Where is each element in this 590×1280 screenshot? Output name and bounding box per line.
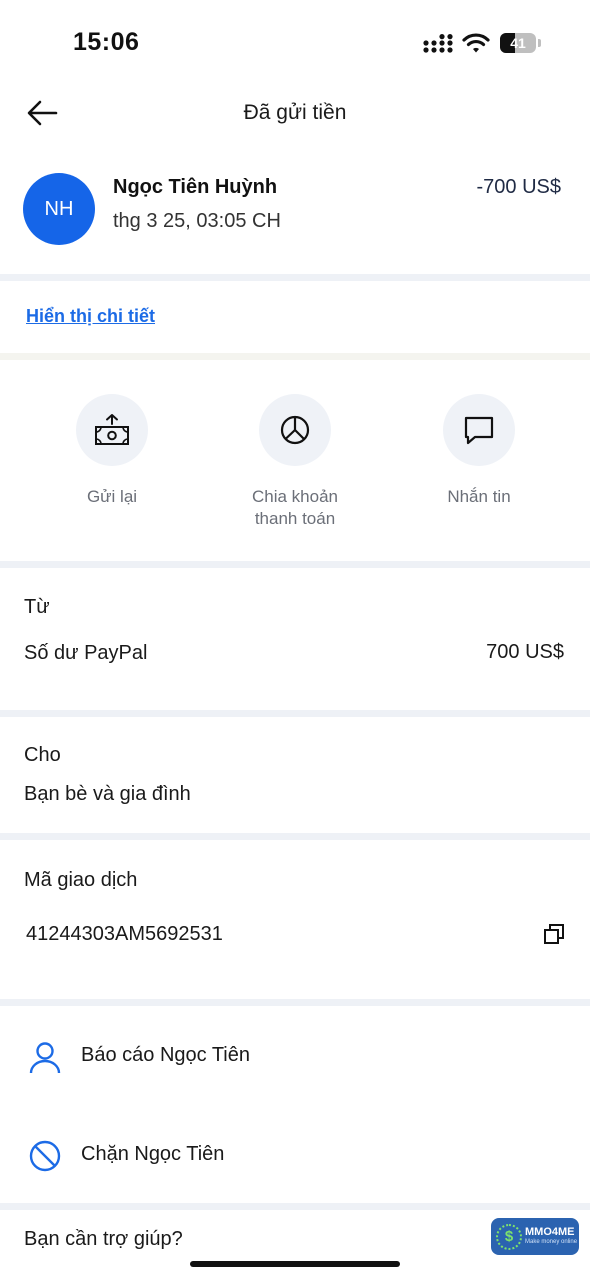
send-money-icon bbox=[95, 414, 129, 445]
battery-level: 41 bbox=[510, 35, 526, 51]
watermark-subtitle: Make money online bbox=[525, 1238, 578, 1245]
section-divider bbox=[0, 1203, 590, 1210]
help-heading[interactable]: Bạn cần trợ giúp? bbox=[24, 1228, 183, 1251]
transaction-id-value: 41244303AM5692531 bbox=[26, 923, 223, 945]
from-label: Từ bbox=[24, 596, 50, 618]
block-icon bbox=[29, 1140, 61, 1172]
message-button[interactable]: Nhắn tin bbox=[399, 394, 559, 508]
wifi-icon bbox=[462, 33, 490, 53]
watermark-logo: $ MMO4ME Make money online bbox=[491, 1218, 579, 1255]
watermark-coin: $ bbox=[496, 1223, 522, 1250]
status-time: 15:06 bbox=[73, 28, 140, 56]
section-divider bbox=[0, 274, 590, 281]
watermark-title: MMO4ME bbox=[525, 1225, 575, 1238]
send-again-button[interactable]: Gửi lại bbox=[32, 394, 192, 508]
home-indicator bbox=[190, 1261, 400, 1267]
section-divider bbox=[0, 561, 590, 568]
section-divider bbox=[0, 710, 590, 717]
to-value: Bạn bè và gia đình bbox=[24, 783, 191, 805]
section-divider bbox=[0, 353, 590, 360]
section-divider bbox=[0, 833, 590, 840]
message-icon bbox=[464, 416, 494, 445]
battery-icon: 41 bbox=[500, 33, 541, 53]
transaction-id-label: Mã giao dịch bbox=[24, 869, 138, 891]
block-user-button[interactable]: Chặn Ngọc Tiên bbox=[81, 1143, 224, 1166]
to-label: Cho bbox=[24, 744, 61, 766]
avatar: NH bbox=[23, 173, 95, 245]
show-details-link[interactable]: Hiển thị chi tiết bbox=[26, 306, 155, 327]
copy-icon[interactable] bbox=[543, 923, 565, 945]
pie-chart-icon bbox=[280, 415, 310, 445]
section-divider bbox=[0, 999, 590, 1006]
transaction-amount: -700 US$ bbox=[476, 176, 562, 198]
split-payment-label: Chia khoản thanh toán bbox=[251, 487, 338, 528]
from-amount: 700 US$ bbox=[486, 641, 564, 663]
split-payment-button[interactable]: Chia khoản thanh toán bbox=[215, 394, 375, 530]
person-icon bbox=[29, 1042, 61, 1074]
message-label: Nhắn tin bbox=[447, 487, 511, 506]
report-user-button[interactable]: Báo cáo Ngọc Tiên bbox=[81, 1044, 250, 1067]
send-again-label: Gửi lại bbox=[86, 487, 138, 506]
recipient-name: Ngọc Tiên Huỳnh bbox=[113, 176, 278, 198]
from-source: Số dư PayPal bbox=[24, 642, 148, 664]
page-title: Đã gửi tiền bbox=[243, 101, 347, 124]
transaction-date: thg 3 25, 03:05 CH bbox=[113, 210, 281, 232]
cellular-signal-icon bbox=[423, 34, 453, 53]
